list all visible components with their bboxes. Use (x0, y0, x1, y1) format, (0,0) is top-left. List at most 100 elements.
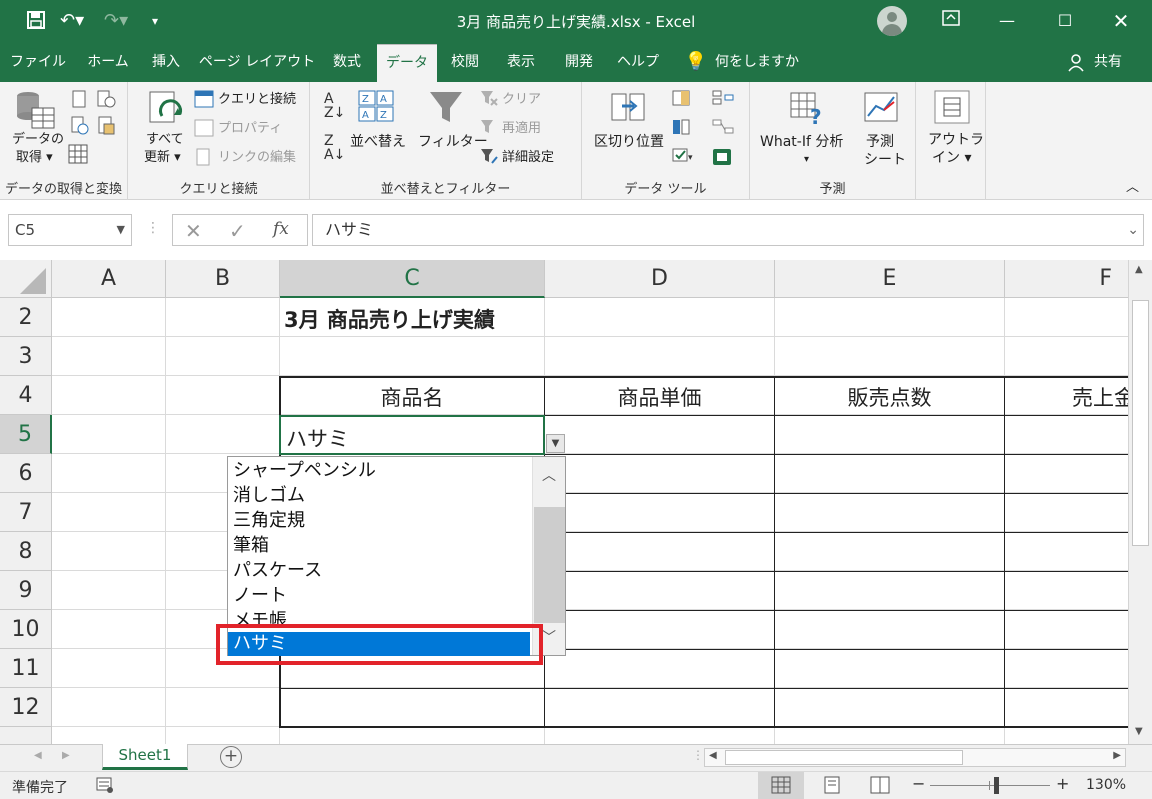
hscroll-thumb[interactable] (725, 750, 963, 765)
recent-sources-icon[interactable] (96, 90, 116, 112)
tab-formulas[interactable]: 数式 (322, 44, 372, 82)
zoom-out-icon[interactable]: − (912, 774, 925, 793)
tab-review[interactable]: 校閲 (440, 44, 490, 82)
scroll-down-icon[interactable]: ﹀ (542, 627, 556, 647)
col-header-f[interactable]: F (1005, 260, 1128, 298)
col-header-e[interactable]: E (775, 260, 1005, 298)
sort-descending-icon[interactable]: Z A↓ (324, 134, 345, 162)
tab-home[interactable]: ホーム (78, 44, 138, 82)
cell-f4[interactable]: 売上金 (1072, 382, 1128, 412)
share-button[interactable]: 共有 (1088, 44, 1128, 82)
formula-bar-splitter-icon[interactable]: ⋮ (146, 220, 160, 236)
collapse-ribbon-icon[interactable]: ︿ (1126, 180, 1139, 196)
formula-input[interactable]: ハサミ ⌄ (312, 214, 1144, 246)
list-item[interactable]: シャープペンシル (228, 458, 533, 483)
cell-c2[interactable]: 3月 商品売り上げ実績 (284, 304, 495, 334)
new-sheet-icon[interactable]: + (220, 746, 242, 768)
tab-file[interactable]: ファイル (6, 44, 70, 82)
tab-developer[interactable]: 開発 (554, 44, 604, 82)
clear-button[interactable]: クリア (502, 92, 541, 108)
col-header-d[interactable]: D (545, 260, 775, 298)
whatif-dropdown-icon[interactable]: ▾ (804, 152, 809, 168)
cell-e4[interactable]: 販売点数 (775, 382, 1004, 412)
enter-icon[interactable]: ✓ (229, 219, 246, 243)
col-header-b[interactable]: B (166, 260, 280, 298)
vscroll-up-icon[interactable]: ▲ (1135, 264, 1143, 275)
flash-fill-icon[interactable] (672, 90, 690, 110)
page-break-view-icon[interactable] (870, 776, 890, 798)
zoom-in-icon[interactable]: + (1056, 774, 1069, 793)
vscroll-thumb[interactable] (1132, 300, 1149, 546)
hscroll-left-icon[interactable]: ◀ (709, 750, 717, 761)
sort-button[interactable]: 並べ替え (350, 134, 406, 150)
select-all-corner[interactable] (0, 260, 52, 298)
refresh-all-label[interactable]: すべて (146, 132, 184, 148)
existing-connections-icon[interactable] (96, 116, 116, 140)
ribbon-display-icon[interactable] (936, 8, 966, 34)
get-data-label[interactable]: データの (12, 132, 64, 148)
zoom-slider[interactable] (930, 785, 1050, 786)
properties-button[interactable]: プロパティ (218, 121, 282, 137)
horizontal-scrollbar[interactable]: ◀ ▶ (704, 748, 1126, 767)
name-box[interactable]: C5 ▼ (8, 214, 132, 246)
list-item[interactable]: 消しゴム (228, 483, 533, 508)
row-header-11[interactable]: 11 (0, 649, 52, 688)
reapply-button[interactable]: 再適用 (502, 121, 541, 137)
row-header-6[interactable]: 6 (0, 454, 52, 493)
data-validation-icon[interactable]: ▾ (672, 148, 698, 168)
zoom-slider-thumb[interactable] (994, 777, 999, 794)
text-to-columns-button[interactable]: 区切り位置 (594, 134, 664, 150)
outline-label2[interactable]: イン ▾ (932, 150, 971, 166)
dropdown-scroll-thumb[interactable] (534, 507, 565, 623)
get-data-label2[interactable]: 取得 ▾ (16, 150, 53, 166)
tab-data[interactable]: データ (377, 44, 437, 82)
minimize-icon[interactable]: — (992, 8, 1022, 34)
hscroll-right-icon[interactable]: ▶ (1113, 750, 1121, 761)
filter-button[interactable]: フィルター (418, 134, 488, 150)
list-item[interactable]: 三角定規 (228, 508, 533, 533)
forecast-sheet-label2[interactable]: シート (864, 152, 906, 168)
whatif-button[interactable]: What-If 分析 (760, 134, 843, 150)
from-web-icon[interactable] (70, 116, 90, 140)
sheet-tab-sheet1[interactable]: Sheet1 (102, 744, 188, 770)
relationships-icon[interactable] (712, 119, 734, 139)
row-header-5[interactable]: 5 (0, 415, 52, 454)
normal-view-button[interactable] (758, 772, 804, 799)
row-header-9[interactable]: 9 (0, 571, 52, 610)
list-item[interactable]: パスケース (228, 558, 533, 583)
row-header-4[interactable]: 4 (0, 376, 52, 415)
zoom-level[interactable]: 130% (1086, 777, 1126, 793)
row-header-13[interactable] (0, 727, 52, 744)
row-header-12[interactable]: 12 (0, 688, 52, 727)
tab-help[interactable]: ヘルプ (610, 44, 666, 82)
cancel-icon[interactable]: ✕ (185, 219, 202, 243)
tab-page-layout[interactable]: ページ レイアウト (198, 44, 316, 82)
row-header-7[interactable]: 7 (0, 493, 52, 532)
tab-view[interactable]: 表示 (496, 44, 546, 82)
cell-c4[interactable]: 商品名 (280, 382, 544, 412)
vscroll-down-icon[interactable]: ▼ (1135, 726, 1143, 737)
row-header-10[interactable]: 10 (0, 610, 52, 649)
col-header-c[interactable]: C (280, 260, 545, 298)
col-header-a[interactable]: A (52, 260, 166, 298)
scroll-up-icon[interactable]: ︿ (542, 465, 556, 485)
next-sheet-icon[interactable]: ▶ (62, 750, 70, 761)
active-cell-c5[interactable]: ハサミ (279, 415, 545, 455)
consolidate-icon[interactable] (712, 90, 734, 110)
row-header-2[interactable]: 2 (0, 298, 52, 337)
list-item[interactable]: ノート (228, 583, 533, 608)
maximize-icon[interactable]: ☐ (1050, 8, 1080, 34)
remove-duplicates-icon[interactable] (672, 119, 690, 139)
macro-record-icon[interactable] (96, 776, 114, 798)
manage-data-model-icon[interactable] (712, 148, 732, 170)
close-icon[interactable]: ✕ (1106, 8, 1136, 34)
tab-splitter-icon[interactable]: ⋮ (692, 748, 704, 762)
tell-me-search[interactable]: 何をしますか (712, 44, 802, 82)
forecast-sheet-label[interactable]: 予測 (866, 134, 894, 150)
queries-connections-button[interactable]: クエリと接続 (218, 92, 296, 108)
dropdown-arrow-button[interactable]: ▼ (546, 434, 565, 453)
edit-links-button[interactable]: リンクの編集 (218, 150, 296, 166)
refresh-all-label2[interactable]: 更新 ▾ (144, 150, 181, 166)
from-table-icon[interactable] (68, 144, 88, 168)
list-item[interactable]: 筆箱 (228, 533, 533, 558)
